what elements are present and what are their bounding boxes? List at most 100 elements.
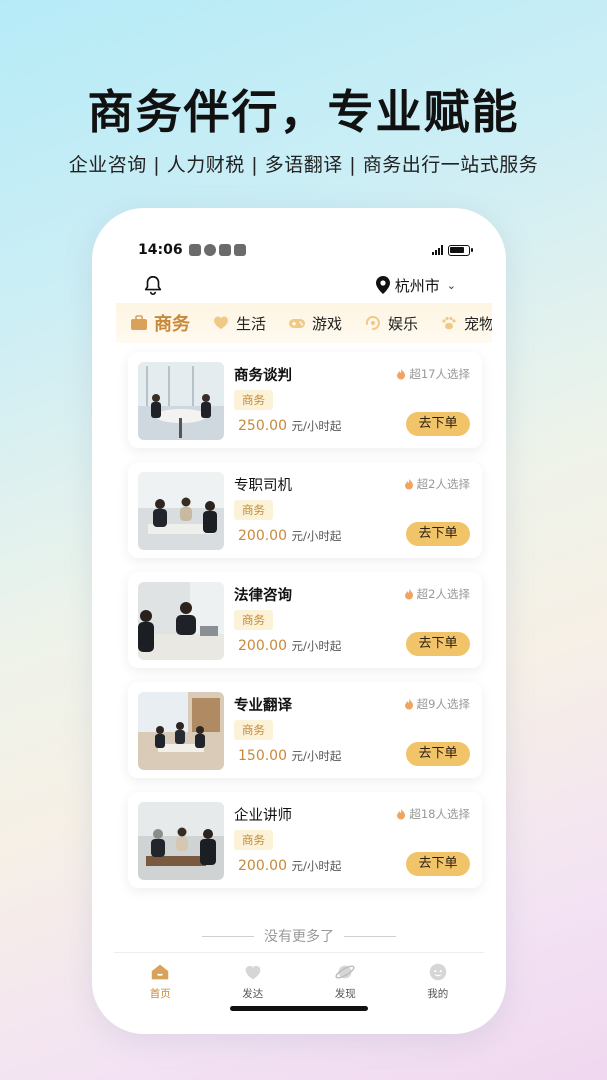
promo-headline: 商务伴行，专业赋能 [87,85,520,139]
notification-icon [233,244,246,256]
tab-profile[interactable]: 我的 [408,961,468,1001]
tab-label: 发达 [242,988,264,1000]
notification-icon [203,244,216,256]
price-unit: 元/小时起 [291,529,342,543]
phone-screen: 14:06 杭州市 ⌄ 商务 生活 游戏 娱乐 宠物 商务谈判 商务 250.0… [92,208,506,1034]
service-price: 250.00 元/小时起 [238,418,341,434]
price-value: 200.00 [238,858,287,874]
divider [344,935,396,937]
picks-count: 超17人选择 [396,366,470,382]
service-title: 商务谈判 [234,368,292,384]
fire-icon [404,478,413,490]
service-price: 200.00 元/小时起 [238,858,341,874]
order-button[interactable]: 去下单 [406,412,470,436]
price-value: 250.00 [238,418,287,434]
home-indicator [230,1006,368,1011]
service-photo [138,582,224,660]
status-time: 14:06 [138,242,183,258]
status-bar: 14:06 [138,240,473,260]
heart-hand-icon [214,316,228,329]
heart-icon [245,965,261,980]
tab-label: 生活 [236,314,267,333]
fire-icon [397,368,406,380]
tab-games[interactable]: 游戏 [288,313,342,334]
order-button[interactable]: 去下单 [406,522,470,546]
list-end-indicator: 没有更多了 [92,926,506,946]
order-button[interactable]: 去下单 [406,742,470,766]
fire-icon [404,698,413,710]
tab-pets[interactable]: 宠物 [440,313,492,334]
service-tag: 商务 [234,830,273,850]
price-value: 200.00 [238,638,287,654]
category-tabs: 商务 生活 游戏 娱乐 宠物 [116,303,492,343]
picks-label: 超17人选择 [409,367,470,381]
battery-icon [448,244,473,256]
service-photo [138,362,224,440]
tab-label: 发现 [334,988,356,1000]
paw-icon [442,316,456,330]
tab-label: 娱乐 [388,314,419,333]
signal-icon [432,245,443,255]
price-unit: 元/小时起 [291,749,342,763]
order-button[interactable]: 去下单 [406,852,470,876]
service-card-trainer[interactable]: 企业讲师 商务 200.00 元/小时起 超18人选择 去下单 [128,792,482,888]
service-title: 专业翻译 [234,698,292,714]
picks-label: 超9人选择 [416,697,470,711]
city-selector[interactable]: 杭州市 ⌄ [375,275,456,296]
tab-label: 商务 [154,314,190,335]
picks-label: 超2人选择 [416,587,470,601]
tab-home[interactable]: 首页 [130,961,190,1001]
service-photo [138,802,224,880]
price-value: 150.00 [238,748,287,764]
gamepad-icon [289,319,306,328]
notification-icon [218,244,231,256]
tab-entertainment[interactable]: 娱乐 [364,313,418,334]
service-list: 商务谈判 商务 250.00 元/小时起 超17人选择 去下单 专职司机 商务 … [128,352,482,902]
list-end-label: 没有更多了 [264,929,334,945]
tab-label: 宠物 [464,314,492,333]
notification-icon [188,244,201,256]
tab-discover[interactable]: 发现 [315,961,375,1001]
picks-count: 超2人选择 [404,586,470,602]
price-unit: 元/小时起 [291,639,342,653]
promo-subline: 企业咨询 | 人力财税 | 多语翻译 | 商务出行一站式服务 [68,154,539,176]
service-tag: 商务 [234,500,273,520]
planet-icon [335,965,355,979]
service-card-negotiation[interactable]: 商务谈判 商务 250.00 元/小时起 超17人选择 去下单 [128,352,482,448]
bell-icon[interactable] [142,274,164,296]
service-tag: 商务 [234,610,273,630]
tab-business[interactable]: 商务 [130,310,190,336]
price-unit: 元/小时起 [291,859,342,873]
picks-label: 超2人选择 [416,477,470,491]
service-title: 法律咨询 [234,588,292,604]
service-card-driver[interactable]: 专职司机 商务 200.00 元/小时起 超2人选择 去下单 [128,462,482,558]
face-icon [429,963,446,981]
price-unit: 元/小时起 [291,419,342,433]
service-card-translation[interactable]: 专业翻译 商务 150.00 元/小时起 超9人选择 去下单 [128,682,482,778]
location-pin-icon [375,276,390,294]
bottom-tab-bar: 首页 发达 发现 我的 [114,952,484,1008]
home-icon [152,964,169,980]
divider [202,935,254,937]
service-title: 企业讲师 [234,808,292,824]
service-card-legal[interactable]: 法律咨询 商务 200.00 元/小时起 超2人选择 去下单 [128,572,482,668]
tab-label: 首页 [149,988,171,1000]
price-value: 200.00 [238,528,287,544]
city-label: 杭州市 [394,276,440,295]
top-bar: 杭州市 ⌄ [142,270,456,300]
service-photo [138,472,224,550]
service-tag: 商务 [234,390,273,410]
service-price: 200.00 元/小时起 [238,638,341,654]
service-title: 专职司机 [234,478,292,494]
tab-label: 游戏 [312,314,343,333]
service-photo [138,692,224,770]
picks-count: 超18人选择 [396,806,470,822]
service-price: 200.00 元/小时起 [238,528,341,544]
tab-fada[interactable]: 发达 [223,961,283,1001]
order-button[interactable]: 去下单 [406,632,470,656]
picks-label: 超18人选择 [409,807,470,821]
briefcase-icon [131,315,147,330]
service-price: 150.00 元/小时起 [238,748,341,764]
tab-life[interactable]: 生活 [212,313,266,334]
swirl-icon [366,316,380,330]
